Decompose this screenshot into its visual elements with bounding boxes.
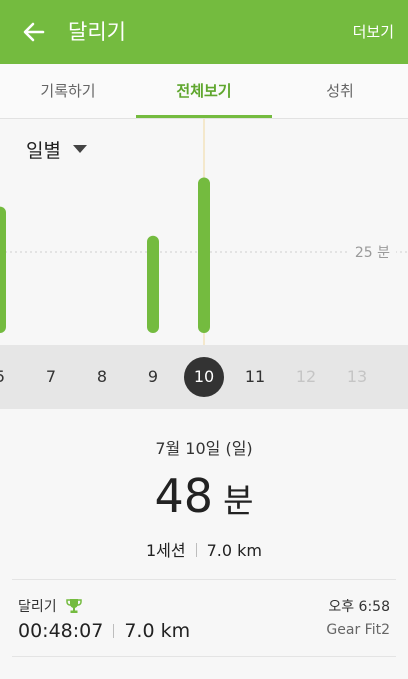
page-title: 달리기 — [68, 20, 126, 44]
session-count: 1세션 — [145, 541, 186, 560]
tab-overview[interactable]: 전체보기 — [136, 64, 272, 118]
day-label-8[interactable]: 8 — [84, 345, 120, 409]
tab-bar: 기록하기 전체보기 성취 — [0, 64, 408, 119]
record-device: Gear Fit2 — [326, 622, 390, 638]
total-duration: 48 분 — [0, 469, 408, 523]
day-label-12[interactable]: 12 — [288, 345, 324, 409]
record-duration: 00:48:07 — [18, 620, 104, 642]
day-label-9[interactable]: 9 — [135, 345, 171, 409]
chart-bars — [0, 177, 210, 333]
day-selector[interactable]: 578910111213 — [0, 345, 408, 409]
tab-achievements[interactable]: 성취 — [272, 64, 408, 118]
record-type: 달리기 — [18, 596, 83, 616]
period-label: 일별 — [26, 139, 61, 162]
dropdown-arrow-icon — [72, 145, 87, 153]
record-time: 오후 6:58 — [328, 599, 390, 615]
record-item[interactable]: 달리기 00:48:07 7.0 km 오후 6:58 Gear Fit2 — [0, 580, 408, 656]
summary-stats: 1세션 7.0 km — [0, 537, 408, 561]
day-label-7[interactable]: 7 — [33, 345, 69, 409]
record-separator — [113, 624, 115, 638]
stat-separator — [195, 543, 197, 557]
record-distance: 7.0 km — [124, 620, 191, 642]
active-tab-indicator — [136, 115, 272, 118]
duration-value: 48 — [154, 469, 214, 523]
day-label-13[interactable]: 13 — [339, 345, 375, 409]
trophy-icon — [65, 599, 82, 613]
record-type-label: 달리기 — [18, 599, 57, 615]
day-label-11[interactable]: 11 — [237, 345, 273, 409]
summary-date: 7월 10일 (일) — [155, 439, 253, 458]
daily-chart[interactable]: 25 분 일별 — [0, 119, 408, 345]
day-summary: 7월 10일 (일) 48 분 1세션 7.0 km — [0, 409, 408, 579]
tab-record[interactable]: 기록하기 — [0, 64, 136, 118]
day-label-5[interactable]: 5 — [0, 345, 18, 409]
period-dropdown[interactable]: 일별 — [26, 135, 87, 163]
app-bar: 달리기 더보기 — [0, 0, 408, 64]
divider — [12, 656, 396, 657]
record-values: 00:48:07 7.0 km — [18, 620, 190, 642]
day-label-10[interactable]: 10 — [186, 345, 222, 409]
duration-unit: 분 — [223, 481, 254, 520]
more-button[interactable]: 더보기 — [353, 20, 394, 44]
chart-bar-day-5[interactable] — [0, 206, 6, 333]
chart-bar-day-9[interactable] — [147, 235, 159, 333]
back-arrow-icon[interactable] — [20, 18, 48, 46]
chart-bar-day-10[interactable] — [198, 177, 210, 333]
summary-distance: 7.0 km — [206, 541, 262, 560]
reference-line-label: 25 분 — [355, 245, 390, 261]
